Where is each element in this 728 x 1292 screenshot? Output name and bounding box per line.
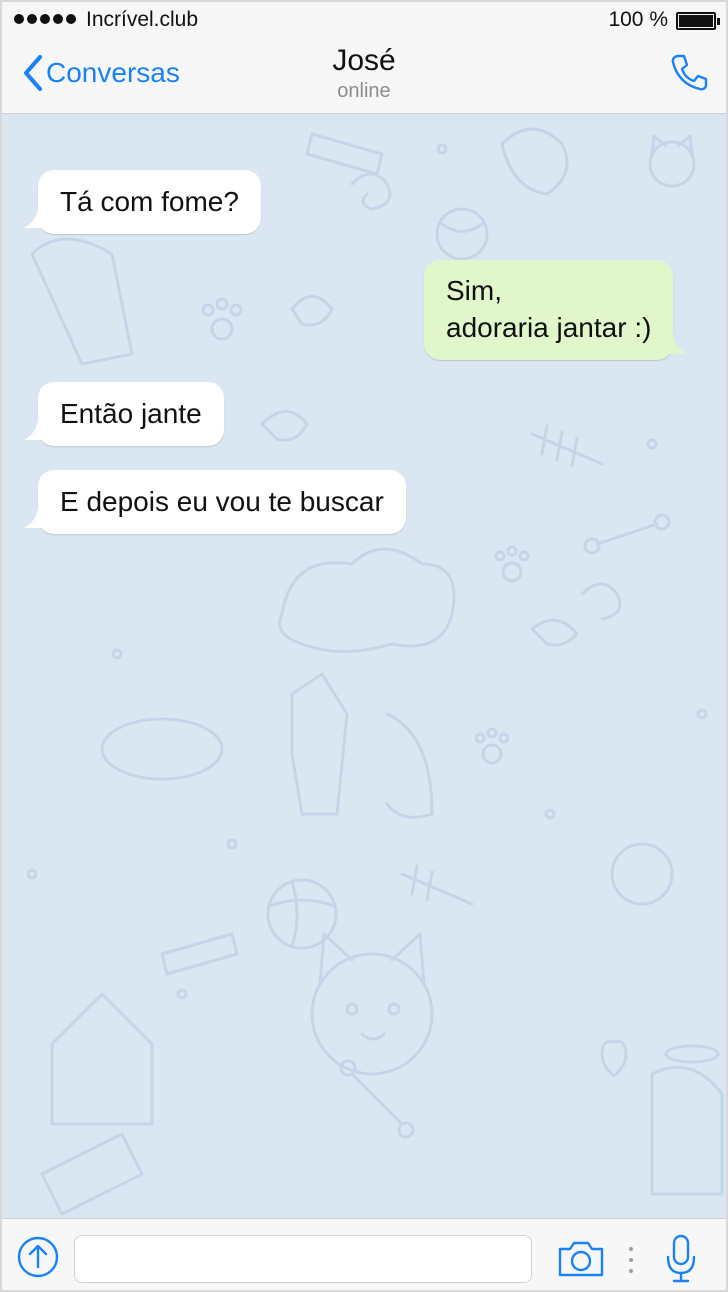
battery-icon bbox=[676, 12, 720, 30]
bubble-tail bbox=[24, 506, 46, 528]
message-bubble-incoming[interactable]: E depois eu vou te buscar bbox=[24, 470, 406, 534]
message-text: Tá com fome? bbox=[60, 186, 239, 217]
divider-icon bbox=[629, 1247, 633, 1273]
message-bubble-incoming[interactable]: Tá com fome? bbox=[24, 170, 261, 234]
bubble-tail bbox=[24, 206, 46, 228]
status-bar: Incrível.club 100 % bbox=[2, 2, 726, 38]
camera-icon[interactable] bbox=[556, 1237, 606, 1279]
chat-area[interactable]: Tá com fome? Sim, adoraria jantar :) Ent… bbox=[2, 114, 726, 1218]
message-text: E depois eu vou te buscar bbox=[60, 486, 384, 517]
phone-screen: Incrível.club 100 % Conversas José onlin… bbox=[0, 0, 728, 1292]
message-text: Então jante bbox=[60, 398, 202, 429]
carrier-name: Incrível.club bbox=[86, 8, 199, 31]
nav-bar: Conversas José online bbox=[2, 38, 726, 114]
contact-name: José bbox=[332, 44, 396, 77]
signal-strength-icon bbox=[14, 14, 76, 24]
message-input[interactable] bbox=[74, 1235, 532, 1283]
battery-percent: 100 % bbox=[608, 8, 668, 31]
bubble-tail bbox=[665, 332, 688, 354]
arrow-up-circle-icon[interactable] bbox=[16, 1235, 60, 1279]
message-bubble-outgoing[interactable]: Sim, adoraria jantar :) bbox=[424, 260, 688, 360]
contact-status: online bbox=[337, 80, 391, 102]
message-text-line: adoraria jantar :) bbox=[446, 312, 652, 343]
input-bar bbox=[2, 1218, 726, 1290]
bubble-tail bbox=[24, 418, 46, 440]
contact-header[interactable]: José online bbox=[2, 44, 726, 103]
microphone-icon[interactable] bbox=[664, 1233, 698, 1285]
message-text-line: Sim, bbox=[446, 275, 502, 306]
message-bubble-incoming[interactable]: Então jante bbox=[24, 382, 224, 446]
phone-icon[interactable] bbox=[668, 52, 710, 94]
